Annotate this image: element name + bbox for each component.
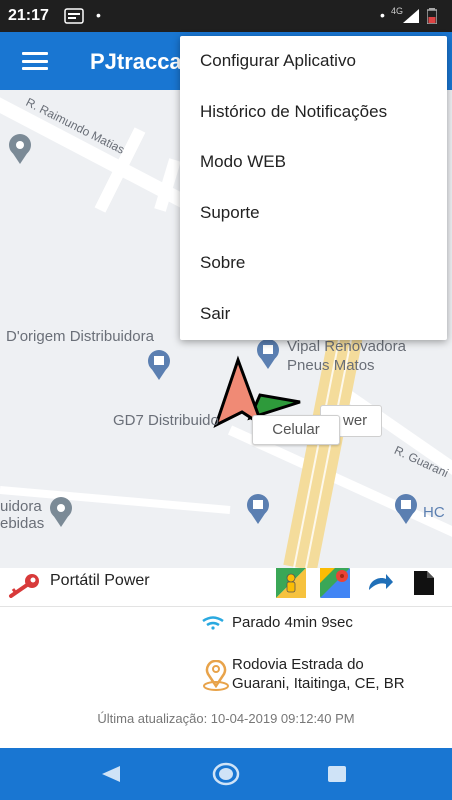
back-icon[interactable] [102,766,120,782]
menu-item-sobre[interactable]: Sobre [180,238,447,289]
status-time: 21:17 [8,7,49,24]
address-line-1: Rodovia Estrada do [232,656,364,673]
poi-pin-icon [9,134,31,164]
menu-item-modo-web[interactable]: Modo WEB [180,137,447,188]
menu-item-suporte[interactable]: Suporte [180,188,447,239]
network-label: 4G [391,6,404,16]
street-view-icon[interactable] [276,568,306,598]
poi-label: GD7 Distribuido [113,412,219,429]
movement-status: Parado 4min 9sec [232,614,353,631]
system-nav-bar [0,748,452,800]
dot-icon: • [380,7,385,23]
poi-shop-icon [257,339,279,369]
menu-item-configurar[interactable]: Configurar Aplicativo [180,36,447,87]
location-pin-icon [203,660,229,691]
address-line-2: Guarani, Itaitinga, CE, BR [232,675,405,692]
battery-icon [427,8,437,24]
poi-shop-icon [148,350,170,380]
callout-label: Celular [272,421,320,438]
key-icon [9,574,39,598]
home-icon[interactable] [212,762,240,786]
menu-hamburger-icon[interactable] [22,52,48,70]
poi-label: Pneus Matos [287,357,375,374]
notification-icon [64,8,84,24]
signal-icon [403,9,419,23]
status-bar: 21:17 • • 4G [0,0,452,32]
vehicle-callout[interactable]: Celular [252,415,340,445]
dot-icon: • [96,7,101,23]
poi-pin-icon [50,497,72,527]
menu-item-sair[interactable]: Sair [180,289,447,340]
menu-item-historico[interactable]: Histórico de Notificações [180,87,447,138]
poi-shop-icon [247,494,269,524]
divider [0,606,452,607]
recents-icon[interactable] [328,766,346,782]
device-name: Portátil Power [50,572,150,589]
overflow-menu: Configurar Aplicativo Histórico de Notif… [180,36,447,340]
wifi-status-icon [202,616,224,630]
poi-label: HC [423,504,445,521]
last-updated: Última atualização: 10-04-2019 09:12:40 … [97,711,355,726]
google-maps-icon[interactable] [320,568,350,598]
share-route-icon[interactable] [366,570,394,596]
poi-label: uidora [0,498,42,515]
address-text: Rodovia Estrada do Guarani, Itaitinga, C… [232,655,405,693]
poi-label: ebidas [0,515,45,532]
poi-shop-icon [395,494,417,524]
poi-label: Vipal Renovadora [287,338,406,355]
poi-label: D'origem Distribuidora [6,328,154,345]
callout-label: wer [343,412,368,429]
device-info-panel: Portátil Power Parado 4min 9sec Rodovia … [0,568,452,748]
document-icon[interactable] [414,571,434,595]
app-title: PJtracca [90,49,182,74]
